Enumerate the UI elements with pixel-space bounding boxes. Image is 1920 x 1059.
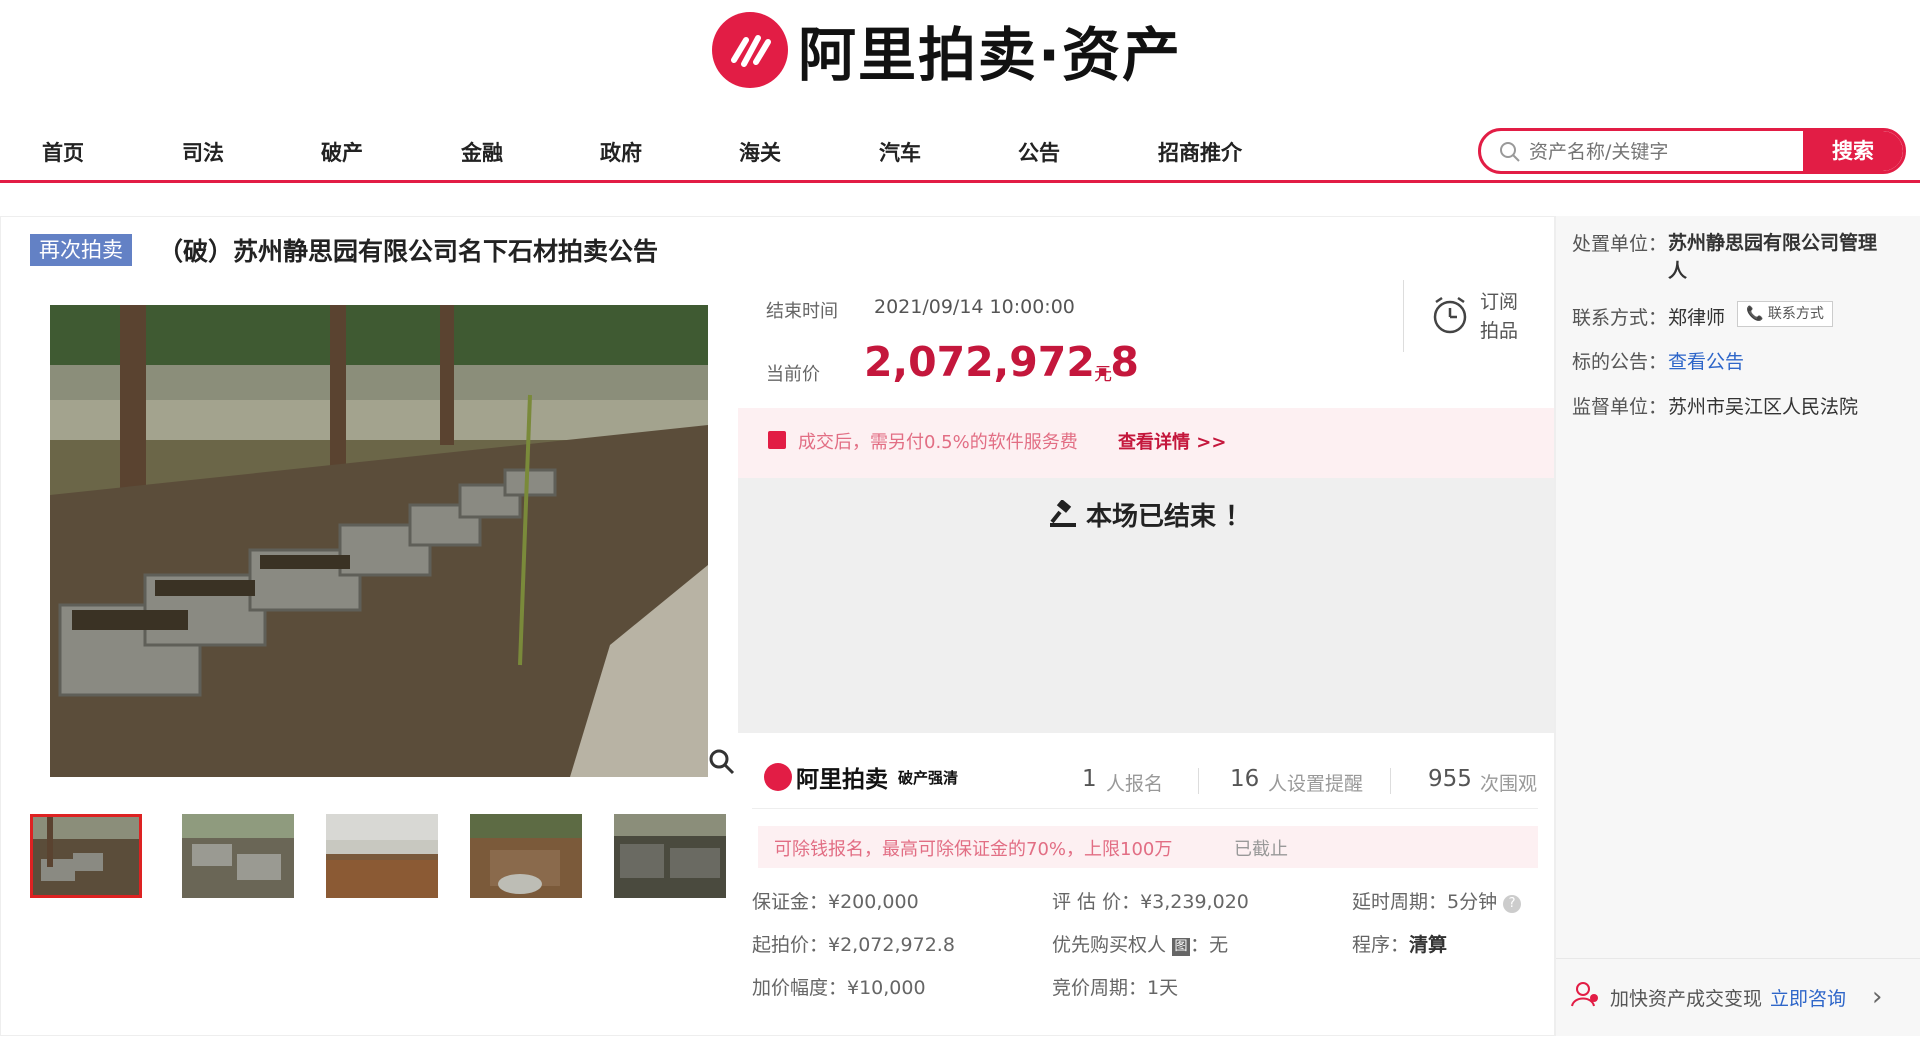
procedure-label: 程序： [1352,934,1410,956]
header-divider [0,180,1920,183]
main-photo[interactable] [50,305,708,777]
reminder-label: 人设置提醒 [1268,773,1364,795]
nav-item-notice[interactable]: 公告 [1018,137,1060,167]
contact-button[interactable]: 📞 联系方式 [1737,301,1833,327]
subscribe-label-1: 订阅 [1480,291,1519,313]
procedure: 程序：清算 [1352,930,1447,957]
alarm-clock-icon[interactable] [1430,294,1470,336]
supervisor-value: 苏州市吴江区人民法院 [1668,396,1859,418]
bankruptcy-brand: 阿里拍卖 破产强清 [764,762,959,793]
appraisal-price: 评 估 价：¥3,239,020 [1052,891,1249,913]
nav-item-finance[interactable]: 金融 [461,137,503,167]
gift-icon [768,431,786,449]
auction-logo-small-icon [764,763,792,791]
zoom-icon[interactable] [708,748,736,776]
deposit-notice-text: 可除钱报名，最高可除保证金的70%，上限100万 [774,839,1173,860]
logo-text: 阿里拍卖·资产 [798,21,1183,89]
priority-value: ：无 [1190,934,1229,956]
chevron-right-icon[interactable]: › [1872,982,1882,1012]
nav-item-judicial[interactable]: 司法 [182,137,224,167]
brand-small-sub: 破产强清 [898,768,959,787]
auction-logo-icon [712,12,788,88]
price-unit: 元 [1094,364,1112,385]
view-details-link[interactable]: 查看详情 >> [1118,428,1226,454]
search-input[interactable] [1527,137,1777,167]
bid-cycle: 竞价周期：1天 [1052,977,1179,999]
search-button[interactable]: 搜索 [1803,131,1903,171]
priority-label: 优先购买权人 [1052,934,1167,956]
nav-item-home[interactable]: 首页 [42,137,84,167]
deposit-status: 已截止 [1234,839,1288,860]
nav-item-auto[interactable]: 汽车 [879,137,921,167]
delay-cycle: 延时周期：5分钟? [1352,887,1522,914]
end-time-label: 结束时间 [766,301,838,322]
search-box: 搜索 [1478,128,1906,174]
procedure-value: 清算 [1409,934,1448,956]
divider [752,808,1538,809]
disposal-value: 苏州静思园有限公司管理人 [1668,232,1878,282]
thumbnail-4[interactable] [470,814,582,898]
delay-label: 延时周期： [1352,891,1448,913]
gavel-icon [1050,500,1076,527]
signup-count: 1 [1082,766,1097,792]
nav-item-bankruptcy[interactable]: 破产 [321,137,363,167]
disposal-label: 处置单位： [1572,233,1668,255]
thumbnail-1[interactable] [30,814,142,898]
re-auction-badge: 再次拍卖 [30,234,132,266]
thumbnail-3[interactable] [326,814,438,898]
view-count: 955 [1428,766,1472,792]
divider [1403,280,1404,352]
contact-value: 郑律师 [1668,307,1726,329]
thumbnail-2[interactable] [182,814,294,898]
nav-item-government[interactable]: 政府 [600,137,642,167]
delay-value: 5分钟 [1447,891,1498,913]
subscribe-button[interactable]: 订阅 拍品 [1480,288,1518,346]
thumbnail-5[interactable] [614,814,726,898]
subscribe-label-2: 拍品 [1480,320,1519,342]
end-time-value: 2021/09/14 10:00:00 [874,296,1075,318]
side-panel [1555,216,1920,1036]
brand-small-text: 阿里拍卖 [796,767,888,793]
start-price: 起拍价：¥2,072,972.8 [752,934,955,956]
view-announcement-link[interactable]: 查看公告 [1668,347,1744,374]
stat-divider [1390,768,1391,794]
reminder-count: 16 [1230,766,1260,792]
listing-title: （破）苏州静思园有限公司名下石材拍卖公告 [158,237,659,266]
auction-ended-text: 本场已结束 ！ [1086,502,1252,532]
priority-tag-icon[interactable]: 图 [1172,938,1191,956]
priority-buyer: 优先购买权人 图：无 [1052,930,1228,957]
announcement-label: 标的公告： [1572,351,1668,373]
service-fee-text: 成交后，需另付0.5%的软件服务费 [798,432,1078,453]
signup-label: 人报名 [1106,773,1164,795]
nav-item-customs[interactable]: 海关 [739,137,781,167]
search-icon [1500,142,1520,162]
stat-divider [1198,768,1199,794]
consult-text: 加快资产成交变现 [1610,988,1763,1010]
current-price-label: 当前价 [766,364,820,385]
help-icon[interactable]: ? [1503,895,1522,913]
view-label: 次围观 [1480,773,1538,795]
divider [1556,958,1920,959]
consult-person-icon [1571,982,1598,1007]
site-logo[interactable]: 阿里拍卖·资产 [712,10,1182,90]
contact-label: 联系方式： [1572,307,1668,329]
nav-item-investment[interactable]: 招商推介 [1158,137,1242,167]
supervisor-label: 监督单位： [1572,396,1668,418]
deposit-amount: 保证金：¥200,000 [752,891,919,913]
consult-link[interactable]: 立即咨询 [1770,984,1846,1011]
price-increment: 加价幅度：¥10,000 [752,977,926,999]
